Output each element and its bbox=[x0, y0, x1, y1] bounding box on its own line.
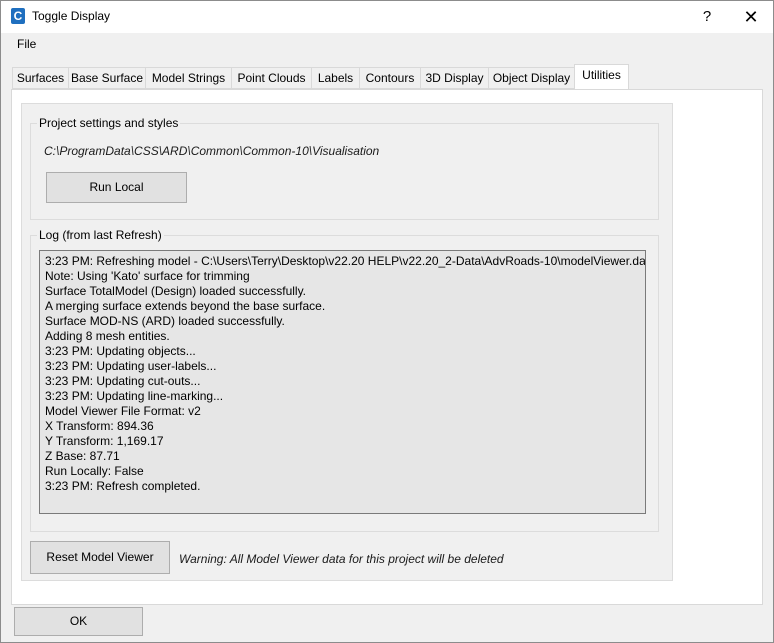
log-line: Surface TotalModel (Design) loaded succe… bbox=[45, 284, 307, 298]
log-line: Run Locally: False bbox=[45, 464, 144, 478]
log-line: X Transform: 894.36 bbox=[45, 419, 154, 433]
tab-surfaces[interactable]: Surfaces bbox=[12, 67, 69, 89]
log-line: 3:23 PM: Updating user-labels... bbox=[45, 359, 217, 373]
run-local-button[interactable]: Run Local bbox=[46, 172, 187, 203]
close-button[interactable]: ✕ bbox=[729, 1, 773, 33]
settings-path: C:\ProgramData\CSS\ARD\Common\Common-10\… bbox=[44, 144, 380, 158]
project-settings-label: Project settings and styles bbox=[37, 116, 181, 130]
tab-utilities[interactable]: Utilities bbox=[574, 64, 629, 89]
reset-model-viewer-button[interactable]: Reset Model Viewer bbox=[30, 541, 170, 574]
log-line: Model Viewer File Format: v2 bbox=[45, 404, 201, 418]
log-line: Adding 8 mesh entities. bbox=[45, 329, 170, 343]
log-line: Note: Using 'Kato' surface for trimming bbox=[45, 269, 250, 283]
tab-base-surface[interactable]: Base Surface bbox=[68, 67, 146, 89]
tab-3d-display[interactable]: 3D Display bbox=[420, 67, 489, 89]
tab-contours[interactable]: Contours bbox=[359, 67, 421, 89]
menu-file[interactable]: File bbox=[17, 37, 36, 51]
utilities-content: Project settings and styles C:\ProgramDa… bbox=[21, 103, 673, 581]
tab-model-strings[interactable]: Model Strings bbox=[145, 67, 232, 89]
title-bar: C Toggle Display ? ✕ bbox=[1, 1, 773, 33]
tab-point-clouds[interactable]: Point Clouds bbox=[231, 67, 312, 89]
log-line: Y Transform: 1,169.17 bbox=[45, 434, 164, 448]
window-title: Toggle Display bbox=[32, 9, 111, 23]
tab-labels[interactable]: Labels bbox=[311, 67, 360, 89]
log-line: 3:23 PM: Updating objects... bbox=[45, 344, 196, 358]
log-line: A merging surface extends beyond the bas… bbox=[45, 299, 326, 313]
log-line: 3:23 PM: Updating line-marking... bbox=[45, 389, 224, 403]
project-settings-group: Project settings and styles C:\ProgramDa… bbox=[30, 116, 659, 220]
help-button[interactable]: ? bbox=[687, 1, 727, 33]
log-line: 3:23 PM: Updating cut-outs... bbox=[45, 374, 201, 388]
toggle-display-dialog: C Toggle Display ? ✕ File Surfaces Base … bbox=[0, 0, 774, 643]
log-output[interactable]: 3:23 PM: Refreshing model - C:\Users\Ter… bbox=[39, 250, 646, 514]
log-line: 3:23 PM: Refresh completed. bbox=[45, 479, 201, 493]
reset-warning: Warning: All Model Viewer data for this … bbox=[179, 552, 504, 566]
log-label: Log (from last Refresh) bbox=[37, 228, 164, 242]
tab-object-display[interactable]: Object Display bbox=[488, 67, 575, 89]
log-group: Log (from last Refresh) 3:23 PM: Refresh… bbox=[30, 228, 659, 532]
ok-button[interactable]: OK bbox=[14, 607, 143, 636]
log-line: Z Base: 87.71 bbox=[45, 449, 120, 463]
log-line: Surface MOD-NS (ARD) loaded successfully… bbox=[45, 314, 285, 328]
app-logo-icon: C bbox=[11, 8, 25, 24]
log-line: 3:23 PM: Refreshing model - C:\Users\Ter… bbox=[45, 254, 646, 268]
utilities-tab-panel: Project settings and styles C:\ProgramDa… bbox=[11, 89, 763, 605]
menu-bar: File bbox=[1, 33, 773, 55]
